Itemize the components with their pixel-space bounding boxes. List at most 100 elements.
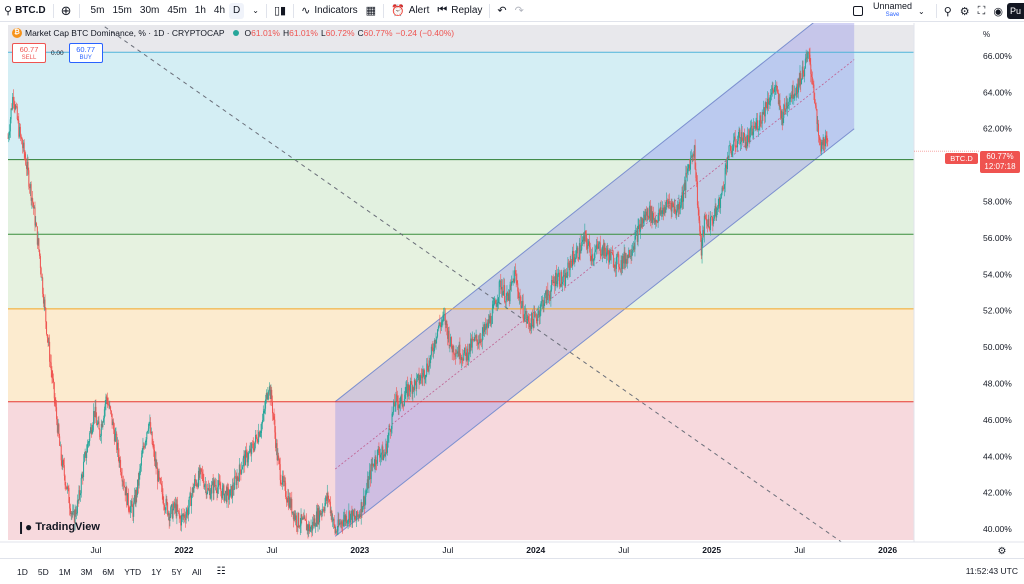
chevron-down-icon[interactable]: ⌄ [918, 7, 925, 16]
candle-body [55, 403, 57, 408]
templates-button[interactable]: ▦ [362, 0, 380, 22]
candle-body [241, 469, 243, 474]
candle-body [437, 327, 439, 330]
candle-body [711, 216, 713, 221]
publish-button[interactable]: Pu [1006, 3, 1024, 19]
candle-body [436, 336, 438, 340]
candle-body [284, 480, 286, 483]
candle-body [138, 473, 140, 486]
candle-body [807, 52, 809, 58]
candle-body [324, 502, 326, 511]
layout-name-button[interactable]: Unnamed Save [873, 2, 912, 20]
camera-icon[interactable]: ◉ [989, 0, 1007, 22]
range-1d[interactable]: 1D [12, 567, 33, 577]
candle-body [430, 346, 432, 356]
interval-dropdown[interactable]: ⌄ [248, 0, 263, 22]
range-all[interactable]: All [187, 567, 206, 577]
sell-price: 60.77 [19, 45, 39, 54]
sell-button[interactable]: 60.77 SELL [12, 43, 46, 63]
candle-body [505, 295, 507, 303]
candle-body [615, 256, 617, 269]
candle-body [68, 487, 70, 503]
candle-body [206, 492, 208, 495]
candle-body [160, 483, 162, 486]
candle-body [757, 120, 759, 130]
range-ytd[interactable]: YTD [119, 567, 146, 577]
alert-button[interactable]: ⏰ Alert [387, 0, 433, 22]
candle-body [453, 345, 455, 355]
candle-body [440, 322, 442, 328]
candle-body [673, 203, 675, 208]
interval-d[interactable]: D [229, 2, 245, 19]
candle-body [419, 380, 421, 384]
range-6m[interactable]: 6M [97, 567, 119, 577]
candle-body [260, 430, 262, 434]
candle-body [13, 100, 15, 105]
candle-body [331, 511, 333, 522]
candle-body [234, 476, 236, 478]
interval-15m[interactable]: 15m [108, 5, 135, 16]
candle-body [95, 406, 97, 418]
candle-body [25, 157, 27, 165]
candle-body [528, 316, 530, 322]
interval-5m[interactable]: 5m [87, 5, 109, 16]
candle-body [79, 493, 81, 496]
range-5d[interactable]: 5D [33, 567, 54, 577]
tradingview-watermark[interactable]: ❙● TradingView [16, 520, 100, 534]
range-3m[interactable]: 3M [76, 567, 98, 577]
candle-body [497, 302, 499, 303]
candle-body [365, 493, 367, 497]
candle-body [142, 445, 144, 453]
candle-body [87, 442, 89, 444]
chart-type-button[interactable]: ▯▮ [270, 0, 290, 22]
candle-body [248, 451, 250, 453]
layout-checkbox[interactable] [853, 6, 863, 16]
series-title[interactable]: Market Cap BTC Dominance, % · 1D · CRYPT… [25, 28, 225, 38]
candle-body [279, 464, 281, 481]
candle-body [92, 424, 94, 431]
candle-body [612, 252, 614, 255]
candle-body [558, 272, 560, 285]
candle-body [401, 394, 403, 406]
range-1y[interactable]: 1Y [146, 567, 166, 577]
candle-body [201, 468, 203, 472]
candle-body [242, 458, 244, 467]
range-5y[interactable]: 5Y [167, 567, 187, 577]
redo-button[interactable]: ↷ [511, 0, 528, 22]
candle-body [349, 513, 351, 523]
price-tick-label: 54.00% [983, 269, 1012, 279]
candle-body [696, 181, 698, 206]
buy-button[interactable]: 60.77 BUY [68, 43, 103, 63]
quick-search-icon[interactable]: ⚲ [940, 0, 956, 22]
layout-name: Unnamed [873, 1, 913, 11]
interval-4h[interactable]: 4h [210, 5, 229, 16]
candle-body [194, 479, 196, 482]
candle-body [758, 126, 760, 129]
replay-button[interactable]: ⏮ Replay [433, 0, 486, 22]
candle-body [370, 463, 372, 480]
range-1m[interactable]: 1M [54, 567, 76, 577]
candle-body [432, 347, 434, 352]
candle-body [67, 486, 69, 488]
calendar-icon[interactable]: ☷ [216, 566, 225, 577]
bar-countdown: 12:07:18 [984, 162, 1016, 171]
undo-button[interactable]: ↶ [493, 0, 510, 22]
price-chart[interactable]: %66.00%64.00%62.00%60.00%58.00%56.00%54.… [0, 23, 1024, 558]
fullscreen-icon[interactable]: ⛶ [974, 0, 990, 22]
interval-45m[interactable]: 45m [163, 5, 190, 16]
interval-30m[interactable]: 30m [136, 5, 163, 16]
candle-body [127, 493, 129, 508]
candle-body [749, 130, 751, 143]
symbol-search[interactable]: ⚲ BTC.D [0, 0, 50, 22]
divider [935, 4, 937, 18]
candle-body [511, 281, 513, 282]
indicators-button[interactable]: ∿ Indicators [297, 0, 362, 22]
utc-clock[interactable]: 11:52:43 UTC [966, 566, 1018, 576]
gear-icon[interactable]: ⚙ [956, 0, 974, 22]
interval-1h[interactable]: 1h [191, 5, 210, 16]
candle-body [642, 219, 644, 224]
candle-body [524, 313, 526, 320]
candle-body [816, 109, 818, 124]
candle-body [272, 413, 274, 417]
compare-button[interactable]: ⊕ [57, 0, 76, 22]
